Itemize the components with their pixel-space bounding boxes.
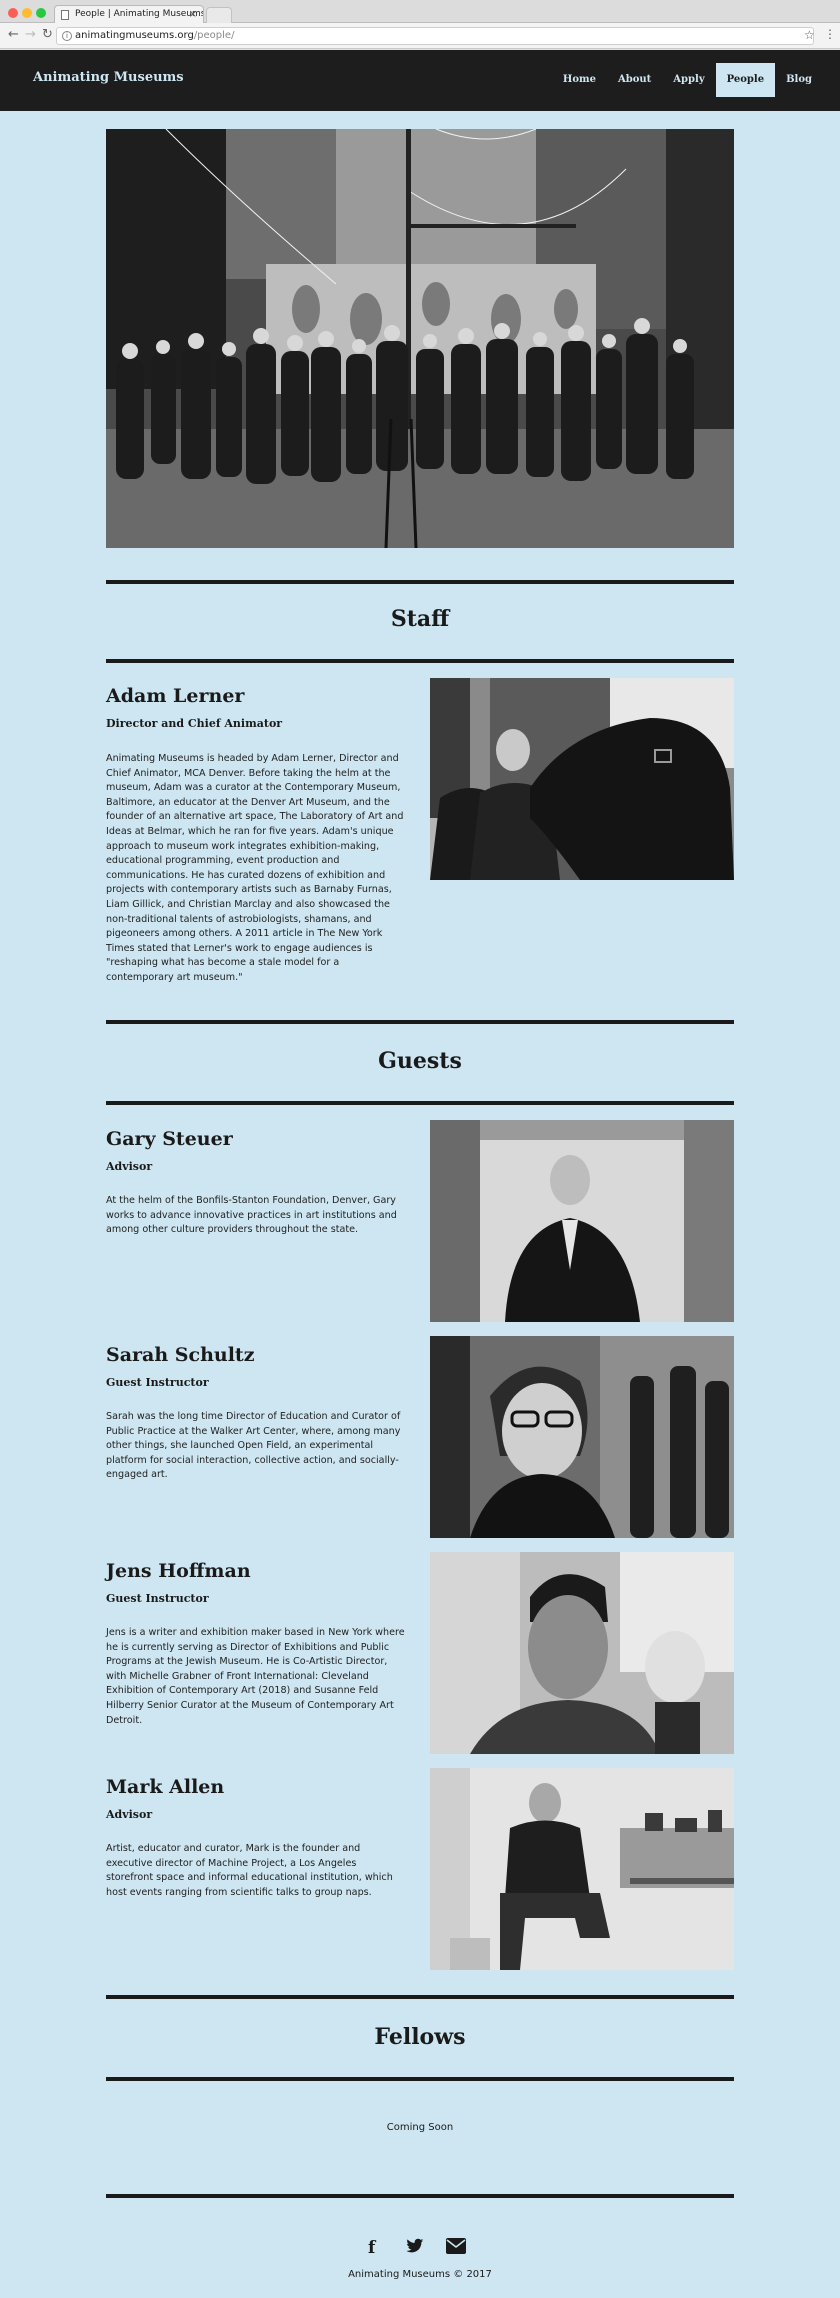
bookmark-star-icon[interactable]: ☆ xyxy=(804,28,815,42)
facebook-icon[interactable]: f xyxy=(368,2238,375,2258)
nav-home[interactable]: Home xyxy=(552,63,607,97)
twitter-icon[interactable] xyxy=(406,2238,424,2259)
minimize-window-icon[interactable] xyxy=(22,8,32,18)
url-host: animatingmuseums.org xyxy=(75,30,194,41)
fellows-heading: Fellows xyxy=(374,2024,466,2050)
section-rule xyxy=(106,2194,734,2198)
main-menu: Home About Apply People Blog xyxy=(552,63,823,97)
nav-apply[interactable]: Apply xyxy=(662,63,715,97)
nav-people[interactable]: People xyxy=(715,63,776,97)
section-rule xyxy=(106,659,734,663)
guests-heading: Guests xyxy=(378,1048,462,1074)
tab-title: People | Animating Museums xyxy=(75,9,204,19)
person-role: Director and Chief Animator xyxy=(106,717,283,730)
address-bar[interactable]: i animatingmuseums.org/people/ xyxy=(56,27,814,45)
hero-photo xyxy=(106,129,734,548)
person-name: Mark Allen xyxy=(106,1776,225,1798)
section-rule xyxy=(106,2077,734,2081)
person-role: Guest Instructor xyxy=(106,1376,209,1389)
person-name: Sarah Schultz xyxy=(106,1344,255,1366)
person-bio: At the helm of the Bonfils-Stanton Found… xyxy=(106,1195,397,1236)
email-icon[interactable] xyxy=(446,2238,466,2259)
new-tab-button[interactable] xyxy=(206,7,232,23)
section-rule xyxy=(106,1101,734,1105)
person-bio: Animating Museums is headed by Adam Lern… xyxy=(106,753,404,983)
staff-heading: Staff xyxy=(390,606,450,632)
close-tab-icon[interactable]: × xyxy=(189,6,197,23)
copyright: Animating Museums © 2017 xyxy=(348,2269,492,2280)
browser-toolbar: ← → ↻ i animatingmuseums.org/people/ xyxy=(0,23,840,49)
person-photo xyxy=(430,1552,734,1754)
person-photo xyxy=(430,1336,734,1538)
close-window-icon[interactable] xyxy=(8,8,18,18)
browser-tab[interactable]: People | Animating Museums × xyxy=(54,5,204,23)
person-photo xyxy=(430,1120,734,1322)
browser-menu-icon[interactable]: ⋮ xyxy=(824,27,836,41)
url-path: /people/ xyxy=(193,30,235,41)
maximize-window-icon[interactable] xyxy=(36,8,46,18)
person-photo xyxy=(430,678,734,880)
person-role: Advisor xyxy=(106,1160,153,1173)
person-name: Adam Lerner xyxy=(106,685,245,707)
reload-icon[interactable]: ↻ xyxy=(42,27,53,43)
person-bio: Sarah was the long time Director of Educ… xyxy=(106,1411,401,1481)
section-rule xyxy=(106,1995,734,1999)
person-role: Guest Instructor xyxy=(106,1592,209,1605)
social-links: f xyxy=(360,2238,480,2258)
person-bio: Artist, educator and curator, Mark is th… xyxy=(106,1843,393,1898)
forward-icon[interactable]: → xyxy=(25,27,36,43)
page-icon xyxy=(61,10,69,20)
person-photo xyxy=(430,1768,734,1970)
person-role: Advisor xyxy=(106,1808,153,1821)
person-bio: Jens is a writer and exhibition maker ba… xyxy=(106,1627,405,1726)
person-name: Gary Steuer xyxy=(106,1128,233,1150)
fellows-status: Coming Soon xyxy=(386,2122,454,2133)
site-logo[interactable]: Animating Museums xyxy=(33,70,184,85)
site-header: Animating Museums Home About Apply Peopl… xyxy=(0,50,840,111)
person-name: Jens Hoffman xyxy=(106,1560,251,1582)
section-rule xyxy=(106,580,734,584)
back-icon[interactable]: ← xyxy=(8,27,19,43)
browser-titlebar: People | Animating Museums × xyxy=(0,0,840,23)
section-rule xyxy=(106,1020,734,1024)
nav-about[interactable]: About xyxy=(607,63,662,97)
nav-blog[interactable]: Blog xyxy=(775,63,823,97)
info-icon[interactable]: i xyxy=(62,31,72,41)
